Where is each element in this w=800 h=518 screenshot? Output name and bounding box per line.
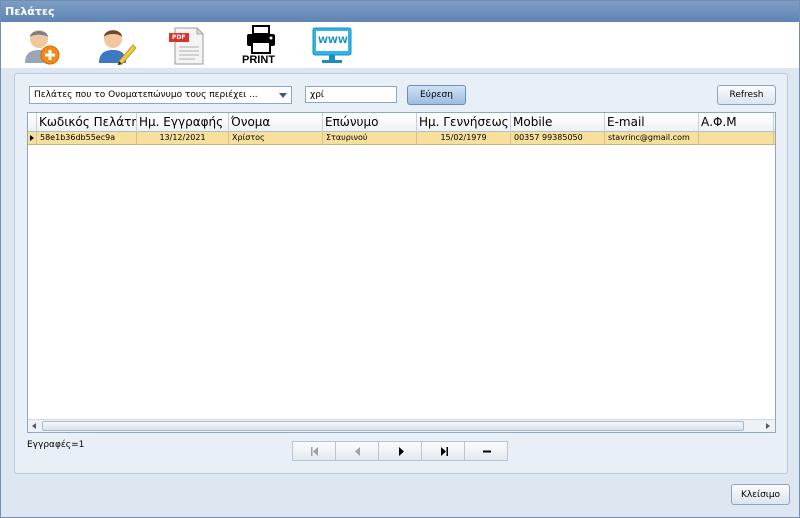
pdf-icon[interactable]: PDF bbox=[165, 25, 209, 65]
record-count: Εγγραφές=1 bbox=[27, 440, 85, 450]
first-icon bbox=[311, 447, 318, 456]
previous-icon bbox=[355, 447, 360, 456]
search-filter-dropdown[interactable]: Πελάτες που το Ονοματεπώνυμο τους περιέχ… bbox=[29, 86, 292, 104]
customers-window: Πελάτες PDF PRINT WWW Πελάτες που το Ονο… bbox=[0, 0, 800, 518]
cell-registration-date[interactable]: 13/12/2021 bbox=[137, 132, 229, 145]
refresh-button[interactable]: Refresh bbox=[717, 85, 776, 105]
www-label: WWW bbox=[318, 36, 348, 46]
column-header-registration-date[interactable]: Ημ. Εγγραφής bbox=[137, 113, 229, 132]
next-icon bbox=[399, 447, 404, 456]
minus-icon bbox=[483, 450, 491, 453]
main-panel: Πελάτες που το Ονοματεπώνυμο τους περιέχ… bbox=[14, 73, 788, 474]
column-header-last-name[interactable]: Επώνυμο bbox=[323, 113, 417, 132]
horizontal-scrollbar[interactable] bbox=[28, 419, 775, 432]
close-button[interactable]: Κλείσιμο bbox=[731, 484, 790, 505]
scroll-left-button[interactable] bbox=[29, 421, 41, 431]
edit-customer-icon[interactable] bbox=[95, 25, 139, 66]
row-indicator bbox=[28, 132, 37, 144]
column-header-customer-code[interactable]: Κωδικός Πελάτη bbox=[37, 113, 137, 132]
chevron-down-icon[interactable] bbox=[279, 93, 287, 98]
previous-record-button[interactable] bbox=[335, 441, 379, 461]
last-icon bbox=[441, 447, 448, 456]
current-row-icon bbox=[30, 135, 34, 141]
delete-record-button[interactable] bbox=[464, 441, 508, 461]
row-indicator-header bbox=[28, 113, 37, 131]
search-input[interactable] bbox=[305, 86, 397, 103]
scrollbar-thumb[interactable] bbox=[42, 421, 744, 431]
last-record-button[interactable] bbox=[421, 441, 465, 461]
customers-grid[interactable]: Κωδικός Πελάτη Ημ. Εγγραφής Όνομα Επώνυμ… bbox=[27, 112, 776, 433]
web-icon[interactable]: WWW bbox=[310, 25, 354, 65]
cell-tax-id[interactable] bbox=[699, 132, 774, 145]
first-record-button[interactable] bbox=[292, 441, 336, 461]
column-header-email[interactable]: E-mail bbox=[605, 113, 699, 132]
next-record-button[interactable] bbox=[378, 441, 422, 461]
printer-icon[interactable]: PRINT bbox=[238, 25, 284, 66]
record-navigator bbox=[292, 441, 508, 461]
column-header-tax-id[interactable]: Α.Φ.Μ bbox=[699, 113, 774, 132]
pdf-badge: PDF bbox=[172, 34, 186, 41]
print-label: PRINT bbox=[242, 54, 275, 66]
search-filter-value: Πελάτες που το Ονοματεπώνυμο τους περιέχ… bbox=[34, 90, 258, 100]
window-title: Πελάτες bbox=[1, 1, 799, 22]
cell-first-name[interactable]: Χρίστος bbox=[229, 132, 323, 145]
find-button[interactable]: Εύρεση bbox=[407, 85, 466, 105]
column-header-mobile[interactable]: Mobile bbox=[511, 113, 605, 132]
column-header-first-name[interactable]: Όνομα bbox=[229, 113, 323, 132]
add-customer-icon[interactable] bbox=[19, 25, 63, 65]
cell-mobile[interactable]: 00357 99385050 bbox=[511, 132, 605, 145]
cell-email[interactable]: stavrinc@gmail.com bbox=[605, 132, 699, 145]
cell-birth-date[interactable]: 15/02/1979 bbox=[417, 132, 511, 145]
toolbar: PDF PRINT WWW bbox=[1, 22, 799, 68]
column-header-birth-date[interactable]: Ημ. Γεννήσεως bbox=[417, 113, 511, 132]
scroll-right-button[interactable] bbox=[762, 421, 774, 431]
grid-header: Κωδικός Πελάτη Ημ. Εγγραφής Όνομα Επώνυμ… bbox=[28, 113, 775, 132]
table-row[interactable]: 58e1b36db55ec9a 13/12/2021 Χρίστος Σταυρ… bbox=[28, 132, 775, 145]
cell-last-name[interactable]: Σταυρινού bbox=[323, 132, 417, 145]
cell-customer-code[interactable]: 58e1b36db55ec9a bbox=[37, 132, 137, 145]
